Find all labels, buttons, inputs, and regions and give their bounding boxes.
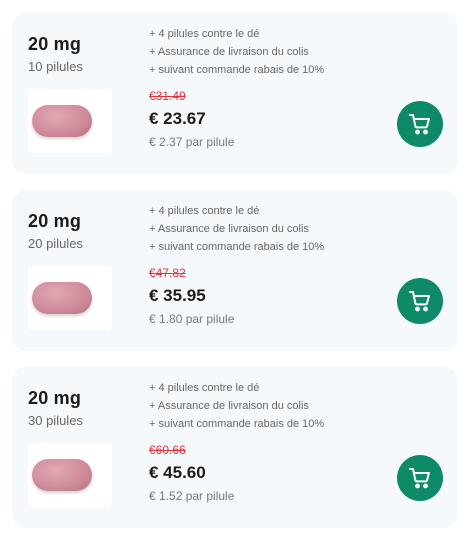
pill-shape	[32, 105, 92, 137]
cart-icon	[409, 468, 430, 489]
product-card: 20 mg 30 pilules + 4 pilules contre le d…	[12, 367, 458, 528]
pill-image	[28, 443, 112, 507]
pill-shape	[32, 459, 92, 491]
add-to-cart-button[interactable]	[397, 455, 443, 501]
pill-shape	[32, 282, 92, 314]
product-card: 20 mg 10 pilules + 4 pilules contre le d…	[12, 13, 458, 174]
feature-item: + 4 pilules contre le dé	[149, 382, 260, 394]
quantity-label: 20 pilules	[28, 236, 83, 251]
pill-image	[28, 89, 112, 153]
feature-item: + suivant commande rabais de 10%	[149, 241, 325, 253]
price: € 45.60	[149, 463, 206, 482]
dose-label: 20 mg	[28, 211, 82, 231]
old-price: €60.66	[149, 443, 186, 457]
product-card: 20 mg 20 pilules + 4 pilules contre le d…	[12, 190, 458, 351]
feature-item: + suivant commande rabais de 10%	[149, 418, 325, 430]
feature-item: + Assurance de livraison du colis	[149, 46, 309, 58]
feature-item: + suivant commande rabais de 10%	[149, 64, 325, 76]
old-price: €47.82	[149, 266, 186, 280]
product-list: 20 mg 10 pilules + 4 pilules contre le d…	[0, 0, 469, 537]
dose-label: 20 mg	[28, 34, 82, 54]
pill-image	[28, 266, 112, 330]
cart-icon	[409, 114, 430, 135]
price: € 35.95	[149, 286, 206, 305]
feature-item: + 4 pilules contre le dé	[149, 205, 260, 217]
price-per-pill: € 2.37 par pilule	[149, 135, 235, 149]
price-per-pill: € 1.80 par pilule	[149, 312, 235, 326]
dose-label: 20 mg	[28, 388, 82, 408]
feature-list: + 4 pilules contre le dé + Assurance de …	[149, 25, 324, 79]
price-per-pill: € 1.52 par pilule	[149, 489, 235, 503]
cart-icon	[409, 291, 430, 312]
old-price: €31.49	[149, 89, 186, 103]
feature-item: + 4 pilules contre le dé	[149, 28, 260, 40]
add-to-cart-button[interactable]	[397, 278, 443, 324]
feature-item: + Assurance de livraison du colis	[149, 223, 309, 235]
feature-list: + 4 pilules contre le dé + Assurance de …	[149, 379, 324, 433]
quantity-label: 30 pilules	[28, 413, 83, 428]
feature-list: + 4 pilules contre le dé + Assurance de …	[149, 202, 324, 256]
quantity-label: 10 pilules	[28, 59, 83, 74]
add-to-cart-button[interactable]	[397, 101, 443, 147]
price: € 23.67	[149, 109, 206, 128]
feature-item: + Assurance de livraison du colis	[149, 400, 309, 412]
